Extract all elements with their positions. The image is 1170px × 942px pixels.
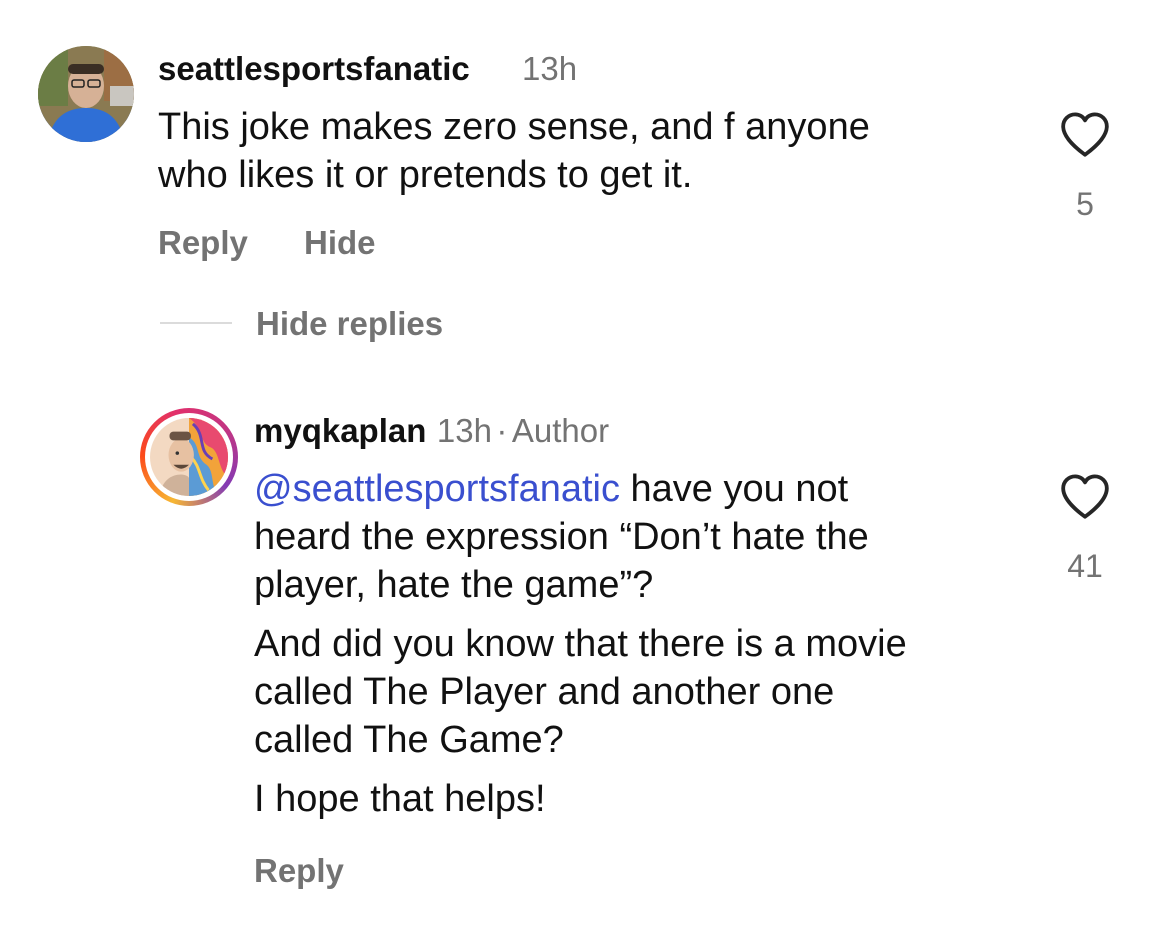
reply-paragraph-3: I hope that helps! [254, 775, 1044, 823]
hide-button[interactable]: Hide [304, 224, 376, 262]
reply-timestamp: 13h [436, 412, 492, 449]
mention-link[interactable]: @seattlesportsfanatic [254, 468, 620, 510]
comment-text-line: who likes it or pretends to get it. [158, 154, 693, 196]
reply-like-count[interactable]: 41 [1055, 548, 1115, 585]
meta-separator: · [496, 412, 508, 449]
comment-timestamp: 13h [522, 50, 578, 87]
reply-header: myqkaplan 13h · Author [254, 412, 609, 450]
reply-text-line: called The Game? [254, 719, 564, 761]
reply-text-fragment: have you not [619, 468, 849, 510]
heart-outline-icon [1061, 112, 1109, 157]
heart-outline-icon [1061, 474, 1109, 519]
reply-text-line: heard the expression “Don’t hate the [254, 516, 869, 558]
author-badge: Author [511, 412, 610, 449]
reply-paragraph-2: And did you know that there is a movie c… [254, 620, 1044, 764]
reply-text-line: I hope that helps! [254, 778, 546, 820]
like-count[interactable]: 5 [1055, 186, 1115, 223]
comment-text-line: This joke makes zero sense, and f anyone [158, 106, 870, 148]
reply-text: @seattlesportsfanatic have you not heard… [254, 465, 1044, 823]
avatar-photo [38, 46, 134, 142]
reply-text-line: called The Player and another one [254, 671, 835, 713]
reply-text-line: @seattlesportsfanatic have you not [254, 465, 1044, 513]
hide-replies-button[interactable]: Hide replies [256, 305, 443, 343]
comment-text: This joke makes zero sense, and f anyone… [158, 103, 1018, 199]
avatar-myqkaplan[interactable] [140, 408, 238, 506]
avatar-seattlesportsfanatic[interactable] [38, 46, 134, 142]
reply-text-line: player, hate the game”? [254, 564, 654, 606]
like-heart-icon[interactable] [1058, 110, 1112, 158]
comment-username[interactable]: seattlesportsfanatic [158, 50, 470, 88]
reply-text-line: And did you know that there is a movie [254, 623, 907, 665]
reply-button[interactable]: Reply [158, 224, 248, 262]
reply-username[interactable]: myqkaplan [254, 412, 426, 449]
like-heart-icon[interactable] [1058, 472, 1112, 520]
reply-paragraph-1: @seattlesportsfanatic have you not heard… [254, 465, 1044, 609]
reply-button[interactable]: Reply [254, 852, 344, 890]
username-text[interactable]: seattlesportsfanatic [158, 50, 470, 87]
avatar-photo [150, 418, 228, 496]
replies-divider [160, 322, 232, 324]
avatar-ring-inner [145, 413, 233, 501]
